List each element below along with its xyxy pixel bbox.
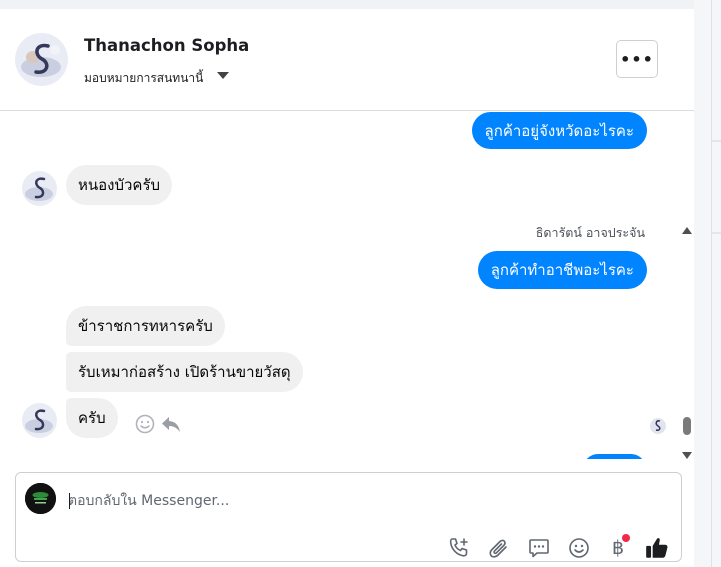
contact-avatar-small[interactable] <box>22 171 57 206</box>
like-icon <box>646 538 668 558</box>
emoji-icon <box>569 538 589 558</box>
right-divider-mark <box>712 140 721 142</box>
outgoing-message[interactable] <box>583 454 646 459</box>
incoming-message[interactable]: ครับ <box>66 398 118 438</box>
chevron-down-icon[interactable] <box>217 72 229 79</box>
assign-conversation-label[interactable]: มอบหมายการสนทนานี้ <box>84 69 203 88</box>
saved-replies-button[interactable] <box>526 535 552 561</box>
attachment-icon <box>489 539 507 558</box>
message-thread: ลูกค้าอยู่จังหวัดอะไรคะ หนองบัวครับ ธิดา… <box>0 111 694 459</box>
text-cursor <box>69 493 70 509</box>
right-side-strip <box>694 0 721 567</box>
contact-avatar[interactable] <box>15 33 68 86</box>
conversation-panel: Thanachon Sopha มอบหมายการสนทนานี้ ••• ล… <box>0 9 694 567</box>
incoming-message[interactable]: ข้าราชการทหารครับ <box>66 306 225 346</box>
reply-composer: ฿ <box>15 472 682 562</box>
reply-icon[interactable] <box>160 413 182 439</box>
sender-name: ธิดารัตน์ อาจประจัน <box>535 225 645 240</box>
seen-indicator-avatar <box>650 418 666 434</box>
contact-avatar-small[interactable] <box>22 403 57 438</box>
scrollbar-thumb[interactable] <box>683 417 691 435</box>
payment-button[interactable]: ฿ <box>605 534 631 561</box>
contact-name[interactable]: Thanachon Sopha <box>84 36 249 55</box>
right-divider <box>711 0 712 567</box>
outgoing-message[interactable]: ลูกค้าอยู่จังหวัดอะไรคะ <box>471 112 647 149</box>
call-icon <box>449 538 468 557</box>
scroll-down-arrow[interactable] <box>682 452 692 459</box>
more-options-button[interactable]: ••• <box>616 40 658 78</box>
page-logo <box>25 483 56 514</box>
saved-reply-icon <box>529 539 549 558</box>
emoji-reaction-icon[interactable] <box>134 413 156 439</box>
conversation-header: Thanachon Sopha มอบหมายการสนทนานี้ ••• <box>0 9 694 111</box>
reply-input[interactable] <box>68 490 628 512</box>
like-button[interactable] <box>644 535 670 561</box>
outgoing-message[interactable]: ลูกค้าทำอาชีพอะไรคะ <box>477 251 647 289</box>
notification-dot <box>622 534 630 542</box>
right-divider-mark <box>712 232 721 234</box>
emoji-button[interactable] <box>566 535 592 561</box>
scroll-up-arrow[interactable] <box>682 227 692 234</box>
attach-button[interactable] <box>486 535 512 561</box>
more-icon: ••• <box>620 49 654 69</box>
incoming-message[interactable]: รับเหมาก่อสร้าง เปิดร้านขายวัสดุ <box>66 352 303 392</box>
incoming-message[interactable]: หนองบัวครับ <box>66 165 173 205</box>
call-button[interactable] <box>446 535 472 561</box>
